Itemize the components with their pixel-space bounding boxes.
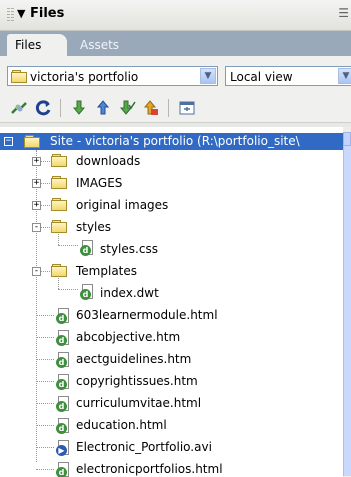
tree-item-label: original images (76, 198, 169, 212)
folder-icon (51, 198, 68, 211)
tab-files[interactable]: Files (7, 34, 67, 56)
file-tree[interactable]: − Site - victoria's portfolio (R:\portfo… (0, 127, 343, 477)
tree-item-label: IMAGES (76, 176, 123, 190)
view-dropdown-arrow-icon[interactable]: ▼ (338, 68, 351, 84)
css-file-icon: d (80, 240, 93, 256)
root-folder-icon (24, 135, 41, 148)
tree-item-label: aectguidelines.htm (76, 352, 192, 366)
tree-item-label: styles (76, 220, 112, 234)
tree-item-label: electronicportfolios.html (76, 462, 223, 476)
tree-item-label: curriculumvitae.html (76, 396, 202, 410)
expand-original-images-icon[interactable]: + (32, 201, 41, 210)
tree-row-file[interactable]: d aectguidelines.htm (0, 348, 343, 370)
tab-assets[interactable]: Assets (72, 34, 127, 56)
html-file-icon: d (56, 462, 69, 477)
tree-row-styles-css[interactable]: d styles.css (0, 238, 343, 260)
html-file-icon: d (56, 396, 69, 412)
files-toolbar (0, 94, 351, 123)
site-controls: victoria's portfolio ▼ Local view ▼ (0, 56, 351, 94)
html-file-icon: d (56, 418, 69, 434)
get-icon[interactable] (68, 97, 90, 119)
expand-images-icon[interactable]: + (32, 179, 41, 188)
folder-icon (51, 176, 68, 189)
tree-item-label: abcobjective.htm (76, 330, 181, 344)
scroll-up-icon[interactable] (343, 132, 351, 146)
tree-item-label: index.dwt (100, 286, 159, 300)
tree-item-label: Templates (76, 264, 138, 278)
tree-item-label: styles.css (100, 242, 158, 256)
put-icon[interactable] (92, 97, 114, 119)
panel-options-icon[interactable]: ☰ (338, 6, 349, 20)
expand-downloads-icon[interactable]: + (32, 157, 41, 166)
html-file-icon: d (56, 374, 69, 390)
video-file-icon: ▶ (56, 440, 69, 456)
tree-row-file[interactable]: d 603learnermodule.html (0, 304, 343, 326)
expand-icon[interactable] (176, 97, 198, 119)
template-file-icon: d (80, 284, 93, 300)
tree-row-original-images[interactable]: + original images (0, 194, 343, 216)
folder-icon (51, 154, 68, 167)
panel-grip-icon-2[interactable] (11, 8, 14, 22)
site-folder-icon (11, 70, 28, 83)
files-panel: ▼ Files ☰ Files Assets victoria's portfo… (0, 0, 351, 477)
tree-item-label: 603learnermodule.html (76, 308, 218, 322)
folder-open-icon (51, 220, 68, 233)
toolbar-separator-2 (168, 99, 169, 117)
collapse-arrow-icon[interactable]: ▼ (17, 7, 25, 20)
tree-item-label: downloads (76, 154, 141, 168)
html-file-icon: d (56, 352, 69, 368)
check-in-icon[interactable] (140, 97, 162, 119)
tree-row-file[interactable]: d curriculumvitae.html (0, 392, 343, 414)
tree-item-label: Electronic_Portfolio.avi (76, 440, 212, 454)
tree-row-styles[interactable]: - styles (0, 216, 343, 238)
tree-row-file[interactable]: d abcobjective.htm (0, 326, 343, 348)
site-root-label: Site - victoria's portfolio (R:\portfoli… (50, 134, 300, 148)
tab-bar: Files Assets (0, 31, 351, 56)
folder-open-icon (51, 264, 68, 277)
tree-item-label: education.html (76, 418, 167, 432)
site-select[interactable]: victoria's portfolio ▼ (7, 66, 218, 86)
view-select[interactable]: Local view ▼ (225, 66, 351, 86)
tree-row-templates[interactable]: - Templates (0, 260, 343, 282)
tree-row-file[interactable]: d education.html (0, 414, 343, 436)
tree-row-file[interactable]: d electronicportfolios.html (0, 458, 343, 477)
tree-item-label: copyrightissues.htm (76, 374, 198, 388)
scrollbar-thumb[interactable] (343, 146, 351, 476)
panel-grip-icon[interactable] (7, 8, 10, 22)
toolbar-separator (60, 99, 61, 117)
collapse-templates-icon[interactable]: - (32, 267, 41, 276)
site-root-row[interactable]: − Site - victoria's portfolio (R:\portfo… (0, 133, 343, 150)
html-file-icon: d (56, 308, 69, 324)
tree-row-images[interactable]: + IMAGES (0, 172, 343, 194)
check-out-icon[interactable] (116, 97, 138, 119)
tree-row-file[interactable]: d copyrightissues.htm (0, 370, 343, 392)
site-select-value: victoria's portfolio (30, 70, 139, 84)
view-select-value: Local view (230, 70, 293, 84)
collapse-styles-icon[interactable]: - (32, 223, 41, 232)
panel-title: Files (30, 6, 65, 21)
refresh-icon[interactable] (32, 97, 54, 119)
html-file-icon: d (56, 330, 69, 346)
site-dropdown-arrow-icon[interactable]: ▼ (200, 68, 216, 84)
panel-title-bar[interactable]: ▼ Files ☰ (0, 0, 351, 31)
tree-row-file[interactable]: ▶ Electronic_Portfolio.avi (0, 436, 343, 458)
tree-row-downloads[interactable]: + downloads (0, 150, 343, 172)
tree-row-index-dwt[interactable]: d index.dwt (0, 282, 343, 304)
collapse-root-icon[interactable]: − (4, 137, 13, 146)
connect-icon[interactable] (8, 97, 30, 119)
